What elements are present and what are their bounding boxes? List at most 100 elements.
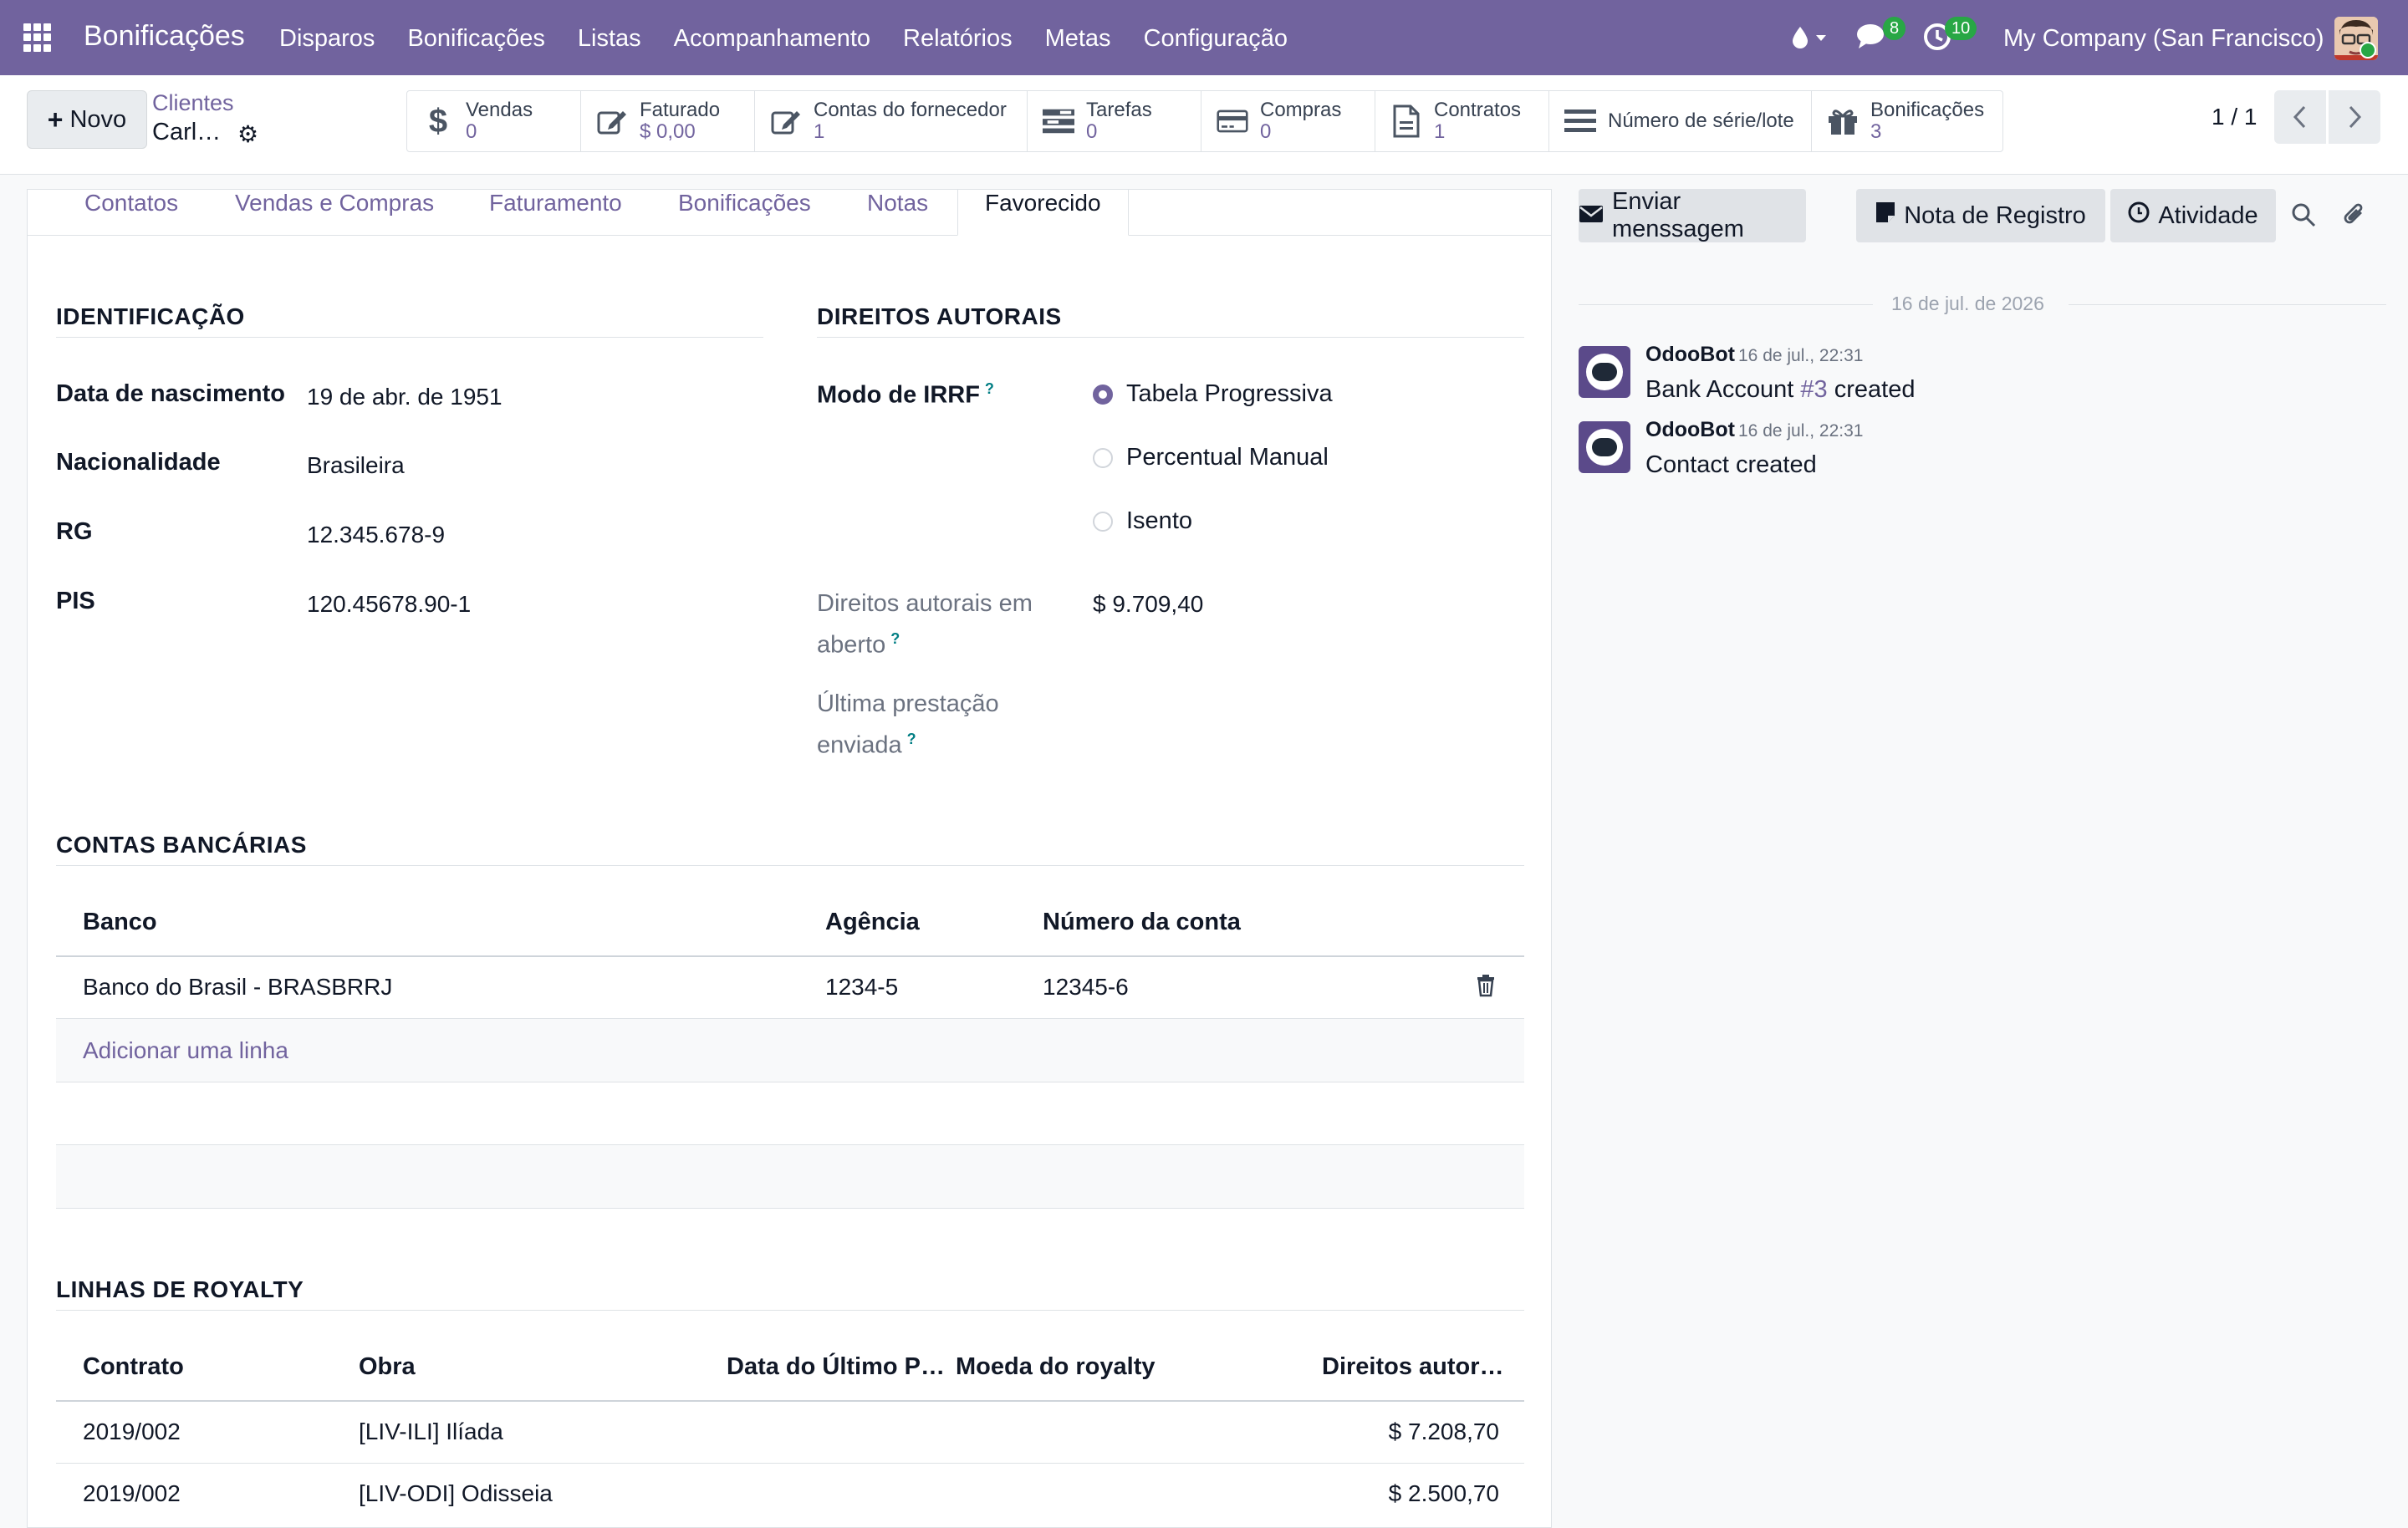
gear-icon[interactable]: ⚙: [237, 120, 258, 148]
irrf-mode-label: Modo de IRRF?: [817, 380, 994, 410]
smart-button-faturado[interactable]: Faturado $ 0,00: [581, 91, 755, 151]
bank-cell-account[interactable]: 12345-6: [1043, 974, 1129, 1001]
royalty-cell-contract[interactable]: 2019/002: [83, 1418, 181, 1445]
pager-previous-button[interactable]: [2274, 90, 2326, 144]
smart-button-label: Contas do fornecedor: [814, 99, 1007, 121]
user-avatar[interactable]: [2334, 17, 2378, 60]
menu-item-metas[interactable]: Metas: [1045, 25, 1111, 53]
smart-button-compras[interactable]: Compras 0: [1201, 91, 1375, 151]
royalty-cell-work[interactable]: [LIV-ILI] Ilíada: [359, 1418, 503, 1445]
app-brand[interactable]: Bonificações: [84, 20, 245, 53]
pis-label: PIS: [56, 588, 95, 614]
smart-button-vendas[interactable]: $ Vendas 0: [407, 91, 581, 151]
bank-col-banco[interactable]: Banco: [83, 909, 157, 936]
send-message-button[interactable]: Enviar menssagem: [1579, 188, 1806, 242]
online-status-dot: [2360, 42, 2376, 59]
message-author[interactable]: OdooBot: [1645, 343, 1735, 367]
smart-button-value: 0: [1260, 120, 1272, 143]
royalty-cell-amount[interactable]: $ 7.208,70: [1389, 1418, 1499, 1445]
activity-button[interactable]: Atividade: [2110, 189, 2276, 242]
open-royalties-value: $ 9.709,40: [1093, 591, 1204, 617]
nationality-field[interactable]: Brasileira: [307, 452, 405, 479]
menu-item-disparos[interactable]: Disparos: [279, 25, 375, 53]
odoobot-avatar[interactable]: [1579, 421, 1630, 473]
section-bank-title: CONTAS BANCÁRIAS: [56, 832, 307, 858]
menu-item-relatorios[interactable]: Relatórios: [903, 25, 1013, 53]
bank-cell-name[interactable]: Banco do Brasil - BRASBRRJ: [83, 974, 392, 1001]
menu-item-configuracao[interactable]: Configuração: [1144, 25, 1288, 53]
activities-badge: 10: [1945, 17, 1977, 40]
section-direitos-title: DIREITOS AUTORAIS: [817, 303, 1062, 329]
smart-button-tarefas[interactable]: Tarefas 0: [1028, 91, 1201, 151]
menu-item-bonificacoes[interactable]: Bonificações: [407, 25, 544, 53]
company-switcher[interactable]: My Company (San Francisco): [2003, 25, 2324, 53]
pager-value[interactable]: 1 / 1: [2212, 104, 2257, 130]
royalty-col-moeda[interactable]: Moeda do royalty: [956, 1353, 1156, 1381]
form-sheet: Contatos Vendas e Compras Faturamento Bo…: [27, 189, 1552, 1528]
pencil-square-icon: [596, 105, 628, 137]
royalty-col-contrato[interactable]: Contrato: [83, 1353, 184, 1381]
radio-tabela-progressiva[interactable]: Tabela Progressiva: [1093, 380, 1333, 408]
bank-cell-agency[interactable]: 1234-5: [825, 974, 898, 1001]
pis-field[interactable]: 120.45678.90-1: [307, 591, 471, 618]
smart-button-contas-fornecedor[interactable]: Contas do fornecedor 1: [755, 91, 1028, 151]
odoobot-avatar[interactable]: [1579, 346, 1630, 398]
record-link[interactable]: #3: [1800, 376, 1827, 403]
smart-button-label: Tarefas: [1086, 99, 1152, 121]
smart-button-bonificacoes[interactable]: Bonificações 3: [1812, 91, 2002, 151]
royalty-cell-work[interactable]: [LIV-ODI] Odisseia: [359, 1480, 553, 1507]
notebook-tabs: Contatos Vendas e Compras Faturamento Bo…: [28, 190, 1551, 236]
pager-next-button[interactable]: [2329, 90, 2380, 144]
royalty-col-direitos[interactable]: Direitos autor…: [1322, 1353, 1504, 1381]
section-divider: [56, 1310, 1524, 1311]
birthdate-field[interactable]: 19 de abr. de 1951: [307, 384, 503, 410]
trash-icon[interactable]: [1476, 974, 1496, 1003]
tab-notas[interactable]: Notas: [867, 190, 928, 235]
tab-faturamento[interactable]: Faturamento: [489, 190, 622, 235]
help-tooltip-icon[interactable]: ?: [907, 731, 916, 747]
apps-menu-icon[interactable]: [23, 23, 52, 52]
add-line-link[interactable]: Adicionar uma linha: [83, 1037, 288, 1064]
rg-field[interactable]: 12.345.678-9: [307, 522, 445, 548]
menu-item-listas[interactable]: Listas: [578, 25, 641, 53]
tab-favorecido[interactable]: Favorecido: [957, 190, 1129, 236]
last-statement-label-text: Última prestação enviada: [817, 690, 999, 759]
royalty-col-data[interactable]: Data do Último P…: [727, 1353, 945, 1381]
message-timestamp: 16 de jul., 22:31: [1738, 346, 1864, 365]
sticky-note-icon: [1875, 201, 1895, 230]
bars-icon: [1564, 105, 1596, 137]
debug-drop-icon[interactable]: [1789, 22, 1831, 58]
smart-button-value: 0: [1086, 120, 1098, 143]
table-header-divider: [56, 1400, 1524, 1402]
help-tooltip-icon[interactable]: ?: [890, 630, 900, 647]
royalty-cell-amount[interactable]: $ 2.500,70: [1389, 1480, 1499, 1507]
search-icon[interactable]: [2291, 202, 2316, 233]
log-note-button[interactable]: Nota de Registro: [1856, 189, 2105, 242]
message-author[interactable]: OdooBot: [1645, 418, 1735, 442]
royalty-cell-contract[interactable]: 2019/002: [83, 1480, 181, 1507]
chevron-right-icon: [2349, 105, 2362, 129]
smart-button-numero-serie[interactable]: Número de série/lote: [1549, 91, 1812, 151]
bank-col-numero-conta[interactable]: Número da conta: [1043, 909, 1241, 936]
tab-vendas-compras[interactable]: Vendas e Compras: [235, 190, 434, 235]
smart-button-contratos[interactable]: Contratos 1: [1375, 91, 1549, 151]
new-button-label: Novo: [69, 105, 127, 133]
tab-contatos[interactable]: Contatos: [84, 190, 178, 235]
help-tooltip-icon[interactable]: ?: [985, 380, 994, 397]
empty-row: [56, 1145, 1524, 1208]
message-text: Bank Account: [1645, 376, 1801, 403]
smart-button-value: 0: [466, 120, 477, 143]
bank-col-agencia[interactable]: Agência: [825, 909, 920, 936]
paperclip-icon[interactable]: [2341, 201, 2368, 235]
tab-bonificacoes[interactable]: Bonificações: [678, 190, 811, 235]
royalty-col-obra[interactable]: Obra: [359, 1353, 416, 1381]
menu-item-acompanhamento[interactable]: Acompanhamento: [674, 25, 870, 53]
smart-button-label: Compras: [1260, 99, 1342, 121]
smart-button-value: 1: [814, 120, 825, 143]
section-divider: [56, 865, 1524, 866]
radio-isento[interactable]: Isento: [1093, 507, 1192, 535]
birthdate-label: Data de nascimento: [56, 380, 285, 407]
radio-percentual-manual[interactable]: Percentual Manual: [1093, 444, 1329, 471]
new-button[interactable]: + Novo: [27, 90, 147, 149]
breadcrumb-parent[interactable]: Clientes: [152, 90, 234, 116]
